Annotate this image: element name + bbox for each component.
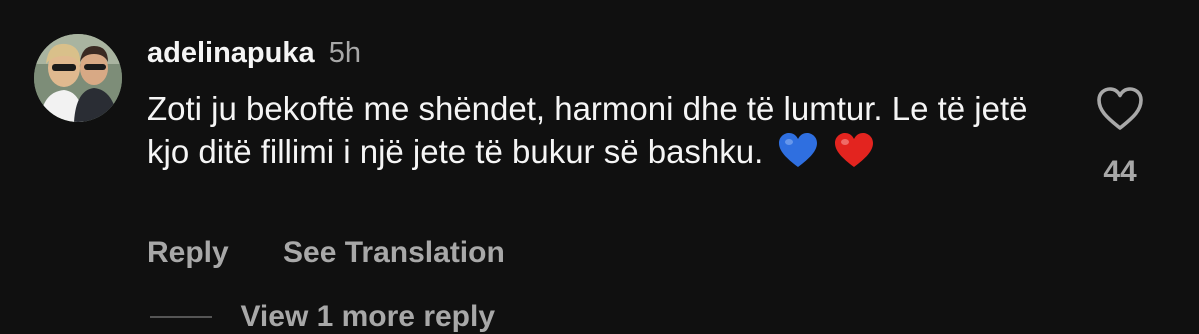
heart-outline-icon[interactable] bbox=[1096, 86, 1144, 132]
like-count: 44 bbox=[1103, 155, 1137, 188]
comment-text: Zoti ju bekoftë me shëndet, harmoni dhe … bbox=[147, 90, 1028, 170]
username[interactable]: adelinapuka bbox=[147, 37, 315, 69]
comment-header: adelinapuka 5h bbox=[147, 36, 361, 70]
comment: adelinapuka 5h Zoti ju bekoftë me shënde… bbox=[0, 0, 1199, 333]
red-heart-icon bbox=[834, 133, 874, 179]
view-more-replies-label[interactable]: View 1 more reply bbox=[240, 300, 495, 333]
divider-line bbox=[150, 316, 212, 318]
blue-heart-icon bbox=[778, 133, 818, 179]
reply-button[interactable]: Reply bbox=[147, 236, 229, 269]
comment-actions: Reply See Translation bbox=[147, 236, 505, 270]
timestamp: 5h bbox=[328, 37, 361, 69]
comment-body: Zoti ju bekoftë me shëndet, harmoni dhe … bbox=[147, 87, 1047, 179]
view-more-replies[interactable]: View 1 more reply bbox=[150, 300, 495, 334]
avatar[interactable] bbox=[34, 34, 122, 122]
avatar-photo bbox=[34, 34, 122, 122]
see-translation-button[interactable]: See Translation bbox=[283, 236, 505, 269]
